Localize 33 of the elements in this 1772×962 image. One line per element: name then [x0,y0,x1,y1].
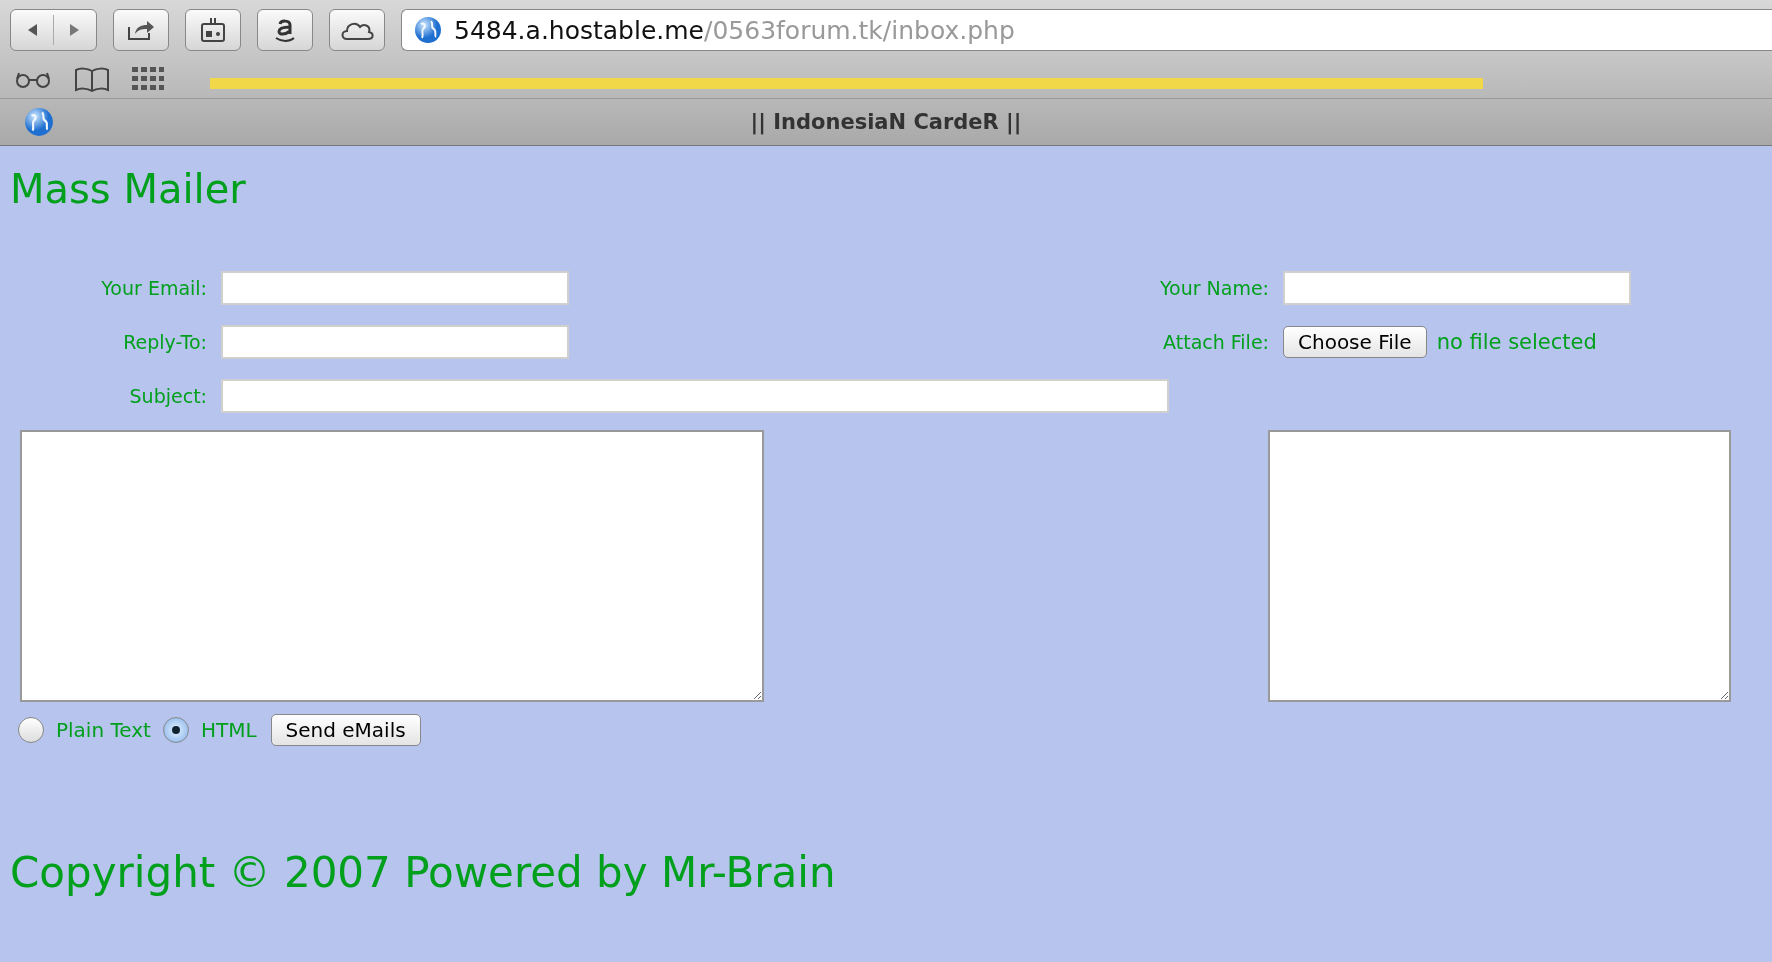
radio-button[interactable] [162,717,189,743]
email-list-textarea[interactable] [1268,430,1731,702]
field-label: Your Email: [100,277,208,299]
address-bar[interactable]: 5484.a.hostable.me/0563forum.tk/inbox.php [401,9,1772,51]
choose-file-button[interactable]: Choose File [1283,326,1427,358]
footer-text: Copyright © 2007 Powered by Mr-Brain [10,848,836,897]
back-forward-buttons[interactable] [10,9,97,51]
input-field[interactable] [221,271,569,305]
radio-button[interactable] [18,717,44,743]
tuner-button[interactable] [185,9,241,51]
field-label: Your Name: [1158,277,1270,299]
file-status: no file selected [1436,330,1597,354]
send-button[interactable]: Send eMails [270,714,421,746]
input-field[interactable] [221,325,569,359]
bookmarks-icon[interactable] [74,66,110,92]
share-button[interactable] [113,9,169,51]
message-textarea[interactable] [20,430,764,702]
page-title: Mass Mailer [9,165,247,214]
input-field[interactable] [1283,271,1631,305]
radio-label: Plain Text [56,718,151,742]
field-label: Attach File: [1162,331,1270,353]
url-text: 5484.a.hostable.me/0563forum.tk/inbox.php [454,15,1015,45]
share-icon [126,18,156,42]
grid-icon[interactable] [132,67,164,91]
tuner-icon [199,17,227,43]
field-label: Reply-To: [122,331,208,353]
field-label: Subject: [128,385,208,407]
cloud-button[interactable] [329,9,385,51]
input-field[interactable] [221,379,1169,413]
radio-label: HTML [200,718,257,742]
tab-title[interactable]: || IndonesiaN CardeR || [750,110,1022,134]
globe-icon [414,16,442,44]
globe-icon [24,107,54,137]
